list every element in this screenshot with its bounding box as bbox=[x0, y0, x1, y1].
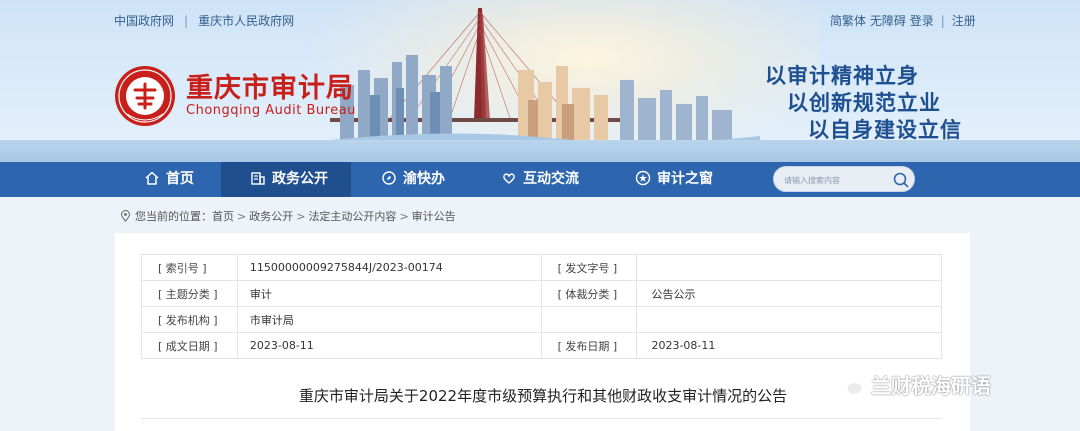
document-meta-table: [ 索引号 ] 11500000009275844J/2023-00174 [ … bbox=[141, 254, 942, 359]
main-nav: 首页 政务公开 渝快办 互动交流 审计之窗 bbox=[0, 162, 1080, 197]
breadcrumb-separator: > bbox=[237, 210, 247, 223]
meta-key: [ 发文字号 ] bbox=[540, 254, 638, 281]
slogan-line-1: 以审计精神立身 bbox=[765, 63, 919, 88]
nav-label: 互动交流 bbox=[523, 171, 579, 187]
meta-key: [ 主题分类 ] bbox=[141, 280, 238, 307]
meta-key: [ 发布机构 ] bbox=[141, 306, 238, 333]
nav-label: 政务公开 bbox=[272, 171, 328, 187]
nav-item-gov-affairs[interactable]: 政务公开 bbox=[221, 162, 351, 197]
meta-value: 2023-08-11 bbox=[236, 332, 542, 359]
breadcrumb-home[interactable]: 首页 bbox=[212, 210, 234, 223]
link-accessibility[interactable]: 无障碍 bbox=[870, 14, 906, 28]
breadcrumb-statutory[interactable]: 法定主动公开内容 bbox=[308, 210, 396, 223]
link-traditional-simplified[interactable]: 简繁体 bbox=[830, 14, 866, 28]
city-skyline-illustration bbox=[330, 8, 760, 162]
table-row: [ 成文日期 ] 2023-08-11 [ 发布日期 ] 2023-08-11 bbox=[141, 332, 942, 359]
meta-value bbox=[636, 306, 942, 333]
site-name-cn[interactable]: 重庆市审计局 bbox=[186, 66, 354, 105]
link-login[interactable]: 登录 bbox=[910, 14, 934, 28]
audit-seal-logo[interactable] bbox=[113, 64, 177, 128]
slogan-line-2: 以创新规范立业 bbox=[787, 90, 941, 115]
search-input[interactable] bbox=[784, 171, 884, 189]
breadcrumb-separator: > bbox=[399, 210, 409, 223]
meta-key: [ 成文日期 ] bbox=[141, 332, 238, 359]
link-register[interactable]: 注册 bbox=[952, 14, 976, 28]
link-gov-cn[interactable]: 中国政府网 bbox=[114, 12, 174, 29]
top-links: 中国政府网 | 重庆市人民政府网 bbox=[114, 12, 294, 29]
nav-item-interaction[interactable]: 互动交流 bbox=[501, 162, 579, 197]
search-icon[interactable] bbox=[892, 171, 910, 189]
building-icon bbox=[251, 172, 265, 185]
table-row: [ 主题分类 ] 审计 [ 体裁分类 ] 公告公示 bbox=[141, 280, 942, 307]
compass-icon bbox=[382, 171, 396, 185]
meta-value: 2023-08-11 bbox=[636, 332, 942, 359]
watermark-text: 兰财税海研语 bbox=[871, 374, 991, 398]
meta-value: 审计 bbox=[236, 280, 542, 307]
breadcrumb: 您当前的位置：首页 > 政务公开 > 法定主动公开内容 > 审计公告 bbox=[120, 208, 456, 224]
slogan-line-3: 以自身建设立信 bbox=[808, 117, 962, 142]
link-cq-gov[interactable]: 重庆市人民政府网 bbox=[198, 12, 294, 29]
meta-value: 11500000009275844J/2023-00174 bbox=[236, 254, 542, 281]
meta-key: [ 体裁分类 ] bbox=[540, 280, 638, 307]
nav-item-audit-window[interactable]: 审计之窗 bbox=[635, 162, 713, 197]
heart-hands-icon bbox=[503, 173, 515, 184]
divider: | bbox=[940, 14, 945, 28]
meta-key: [ 发布日期 ] bbox=[540, 332, 638, 359]
breadcrumb-prefix: 您当前的位置： bbox=[135, 210, 212, 223]
meta-value: 市审计局 bbox=[236, 306, 542, 333]
site-search bbox=[773, 166, 915, 192]
site-name-en: Chongqing Audit Bureau bbox=[186, 103, 356, 118]
breadcrumb-gov-affairs[interactable]: 政务公开 bbox=[249, 210, 293, 223]
meta-key bbox=[540, 306, 638, 333]
breadcrumb-audit-notice[interactable]: 审计公告 bbox=[412, 210, 456, 223]
wechat-icon bbox=[835, 375, 864, 396]
meta-value bbox=[636, 254, 942, 281]
star-circle-icon bbox=[635, 170, 651, 186]
account-links: 简繁体 无障碍 登录 | 注册 bbox=[830, 12, 976, 29]
wechat-watermark: 兰财税海研语 bbox=[835, 370, 991, 399]
meta-key: [ 索引号 ] bbox=[141, 254, 238, 281]
meta-value: 公告公示 bbox=[636, 280, 942, 307]
home-icon bbox=[145, 171, 159, 185]
nav-item-home[interactable]: 首页 bbox=[144, 162, 194, 197]
nav-label: 首页 bbox=[166, 171, 194, 187]
nav-label: 审计之窗 bbox=[657, 171, 713, 187]
table-row: [ 索引号 ] 11500000009275844J/2023-00174 [ … bbox=[141, 254, 942, 281]
nav-label: 渝快办 bbox=[403, 171, 445, 187]
location-pin-icon bbox=[120, 210, 131, 222]
title-divider bbox=[141, 418, 942, 419]
site-banner: 中国政府网 | 重庆市人民政府网 简繁体 无障碍 登录 | 注册 重庆市审计局 Chon… bbox=[0, 0, 1080, 162]
table-row: [ 发布机构 ] 市审计局 bbox=[141, 306, 942, 333]
breadcrumb-separator: > bbox=[296, 210, 306, 223]
nav-item-yukuaiban[interactable]: 渝快办 bbox=[381, 162, 445, 197]
divider: | bbox=[184, 14, 189, 28]
